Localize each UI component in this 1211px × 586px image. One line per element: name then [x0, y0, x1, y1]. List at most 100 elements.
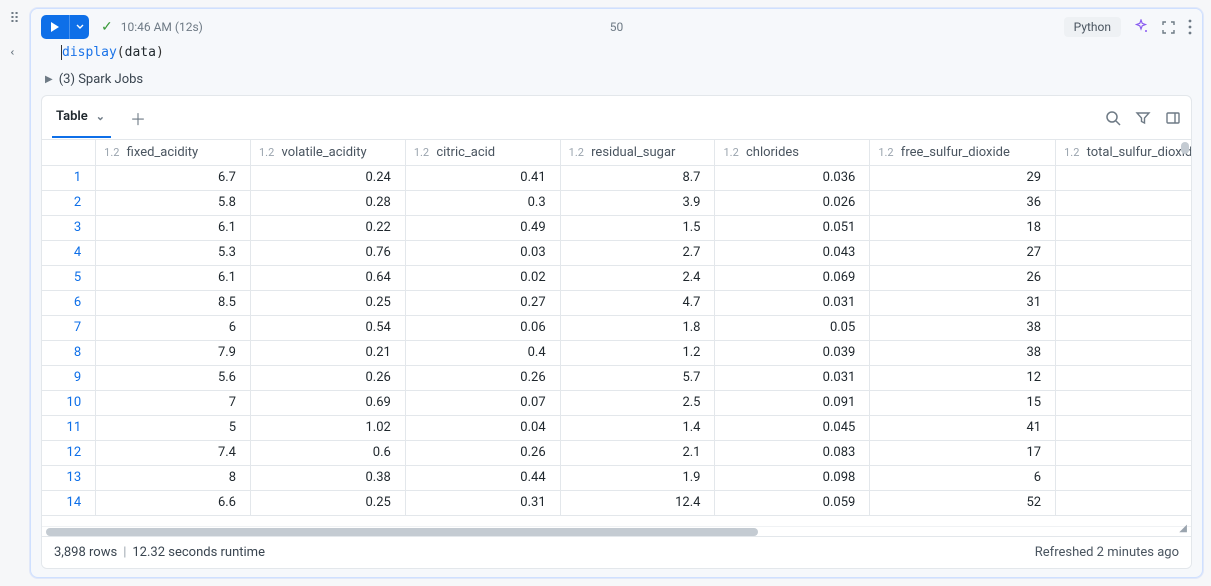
cell[interactable]: 0.25 [251, 490, 406, 515]
cell[interactable]: 5.3 [96, 240, 251, 265]
table-row[interactable]: 56.10.640.022.40.069264 [42, 265, 1191, 290]
assistant-sparkle-icon[interactable] [1133, 19, 1149, 35]
cell[interactable]: 9 [1056, 240, 1191, 265]
table-row[interactable]: 68.50.250.274.70.031319 [42, 290, 1191, 315]
cell[interactable]: 38 [870, 315, 1056, 340]
table-row[interactable]: 95.60.260.265.70.031128 [42, 365, 1191, 390]
cell[interactable]: 0.25 [251, 290, 406, 315]
kebab-menu-icon[interactable] [1188, 19, 1192, 35]
cell[interactable]: 17 [870, 440, 1056, 465]
cell[interactable]: 0.26 [405, 440, 560, 465]
cell[interactable]: 26 [870, 265, 1056, 290]
cell[interactable]: 14 [1056, 165, 1191, 190]
cell[interactable]: 8 [1056, 315, 1191, 340]
cell[interactable]: 0.031 [715, 290, 870, 315]
cell[interactable]: 41 [870, 415, 1056, 440]
cell[interactable]: 9 [1056, 440, 1191, 465]
cell[interactable]: 0.03 [405, 240, 560, 265]
cell[interactable]: 0.24 [251, 165, 406, 190]
cell[interactable]: 2.7 [560, 240, 715, 265]
table-row[interactable]: 45.30.760.032.70.043279 [42, 240, 1191, 265]
cell[interactable]: 6.7 [96, 165, 251, 190]
data-grid[interactable]: 1.2 fixed_acidity1.2 volatile_acidity1.2… [42, 140, 1191, 526]
table-row[interactable]: 87.90.210.41.20.0393810 [42, 340, 1191, 365]
search-icon[interactable] [1105, 110, 1121, 126]
cell[interactable]: 12.4 [560, 490, 715, 515]
cell[interactable]: 6.1 [96, 265, 251, 290]
cell[interactable]: 1.2 [560, 340, 715, 365]
cell[interactable]: 0.02 [405, 265, 560, 290]
cell[interactable]: 0.069 [715, 265, 870, 290]
cell[interactable]: 0.26 [251, 365, 406, 390]
cell[interactable]: 0.098 [715, 465, 870, 490]
cell[interactable]: 7.9 [96, 340, 251, 365]
drag-handle-icon[interactable]: ⠿ [9, 12, 20, 26]
cell[interactable]: 27 [870, 240, 1056, 265]
language-chip[interactable]: Python [1064, 17, 1121, 37]
cell[interactable]: 31 [870, 290, 1056, 315]
cell[interactable]: 4.7 [560, 290, 715, 315]
column-header[interactable]: 1.2 chlorides [715, 140, 870, 165]
cell[interactable]: 8.7 [560, 165, 715, 190]
add-tab-button[interactable]: ＋ [125, 105, 151, 131]
rownum-header[interactable] [42, 140, 96, 165]
table-row[interactable]: 127.40.60.262.10.083179 [42, 440, 1191, 465]
table-row[interactable]: 146.60.250.3112.40.0595218 [42, 490, 1191, 515]
resize-handle-icon[interactable]: ◢ [1179, 523, 1187, 534]
table-row[interactable]: 1151.020.041.40.045418 [42, 415, 1191, 440]
run-button[interactable] [41, 15, 69, 39]
cell[interactable]: 0.05 [715, 315, 870, 340]
cell[interactable]: 36 [870, 190, 1056, 215]
cell[interactable]: 0.26 [405, 365, 560, 390]
cell[interactable]: 15 [870, 390, 1056, 415]
cell[interactable]: 0.6 [251, 440, 406, 465]
cell[interactable]: 1.8 [560, 315, 715, 340]
cell[interactable]: 4 [1056, 265, 1191, 290]
table-row[interactable]: 16.70.240.418.70.0362914 [42, 165, 1191, 190]
cell[interactable]: 6 [96, 315, 251, 340]
cell[interactable]: 8 [1056, 415, 1191, 440]
spark-jobs-row[interactable]: ▶ (3) Spark Jobs [31, 68, 1202, 95]
cell[interactable]: 2.5 [560, 390, 715, 415]
cell[interactable]: 0.28 [251, 190, 406, 215]
cell[interactable]: 2 [1056, 390, 1191, 415]
cell[interactable]: 2.4 [560, 265, 715, 290]
cell[interactable]: 1.9 [560, 465, 715, 490]
cell[interactable]: 0.44 [405, 465, 560, 490]
cell[interactable]: 18 [870, 215, 1056, 240]
cell[interactable]: 0.059 [715, 490, 870, 515]
cell[interactable]: 0.091 [715, 390, 870, 415]
horizontal-scrollbar-track[interactable]: ◢ [42, 526, 1191, 536]
code-editor[interactable]: display(data) [31, 43, 1202, 68]
cell[interactable]: 6.1 [96, 215, 251, 240]
cell[interactable]: 0.22 [251, 215, 406, 240]
cell[interactable]: 0.083 [715, 440, 870, 465]
cell[interactable]: 9 [1056, 290, 1191, 315]
cell[interactable]: 52 [870, 490, 1056, 515]
chevron-down-icon[interactable]: ⌄ [96, 110, 105, 123]
collapse-caret-icon[interactable]: ⌄ [9, 48, 22, 57]
cell[interactable]: 0.49 [405, 215, 560, 240]
tab-table[interactable]: Table ⌄ [52, 97, 111, 138]
cell[interactable]: 0.38 [251, 465, 406, 490]
cell[interactable]: 8 [1056, 365, 1191, 390]
filter-icon[interactable] [1135, 110, 1151, 126]
cell[interactable]: 0.04 [405, 415, 560, 440]
expand-icon[interactable] [1161, 20, 1176, 35]
cell[interactable]: 0.026 [715, 190, 870, 215]
panel-toggle-icon[interactable] [1165, 110, 1181, 126]
cell[interactable]: 0.31 [405, 490, 560, 515]
cell[interactable]: 0.039 [715, 340, 870, 365]
table-row[interactable]: 1380.380.441.90.09861 [42, 465, 1191, 490]
cell[interactable]: 5 [96, 415, 251, 440]
cell[interactable]: 6 [870, 465, 1056, 490]
cell[interactable]: 5.7 [560, 365, 715, 390]
column-header[interactable]: 1.2 fixed_acidity [96, 140, 251, 165]
cell[interactable]: 0.031 [715, 365, 870, 390]
cell[interactable]: 1.02 [251, 415, 406, 440]
cell[interactable]: 0.27 [405, 290, 560, 315]
cell[interactable]: 10 [1056, 340, 1191, 365]
cell[interactable]: 10 [1056, 190, 1191, 215]
cell[interactable]: 0.06 [405, 315, 560, 340]
run-menu-button[interactable] [69, 15, 89, 39]
